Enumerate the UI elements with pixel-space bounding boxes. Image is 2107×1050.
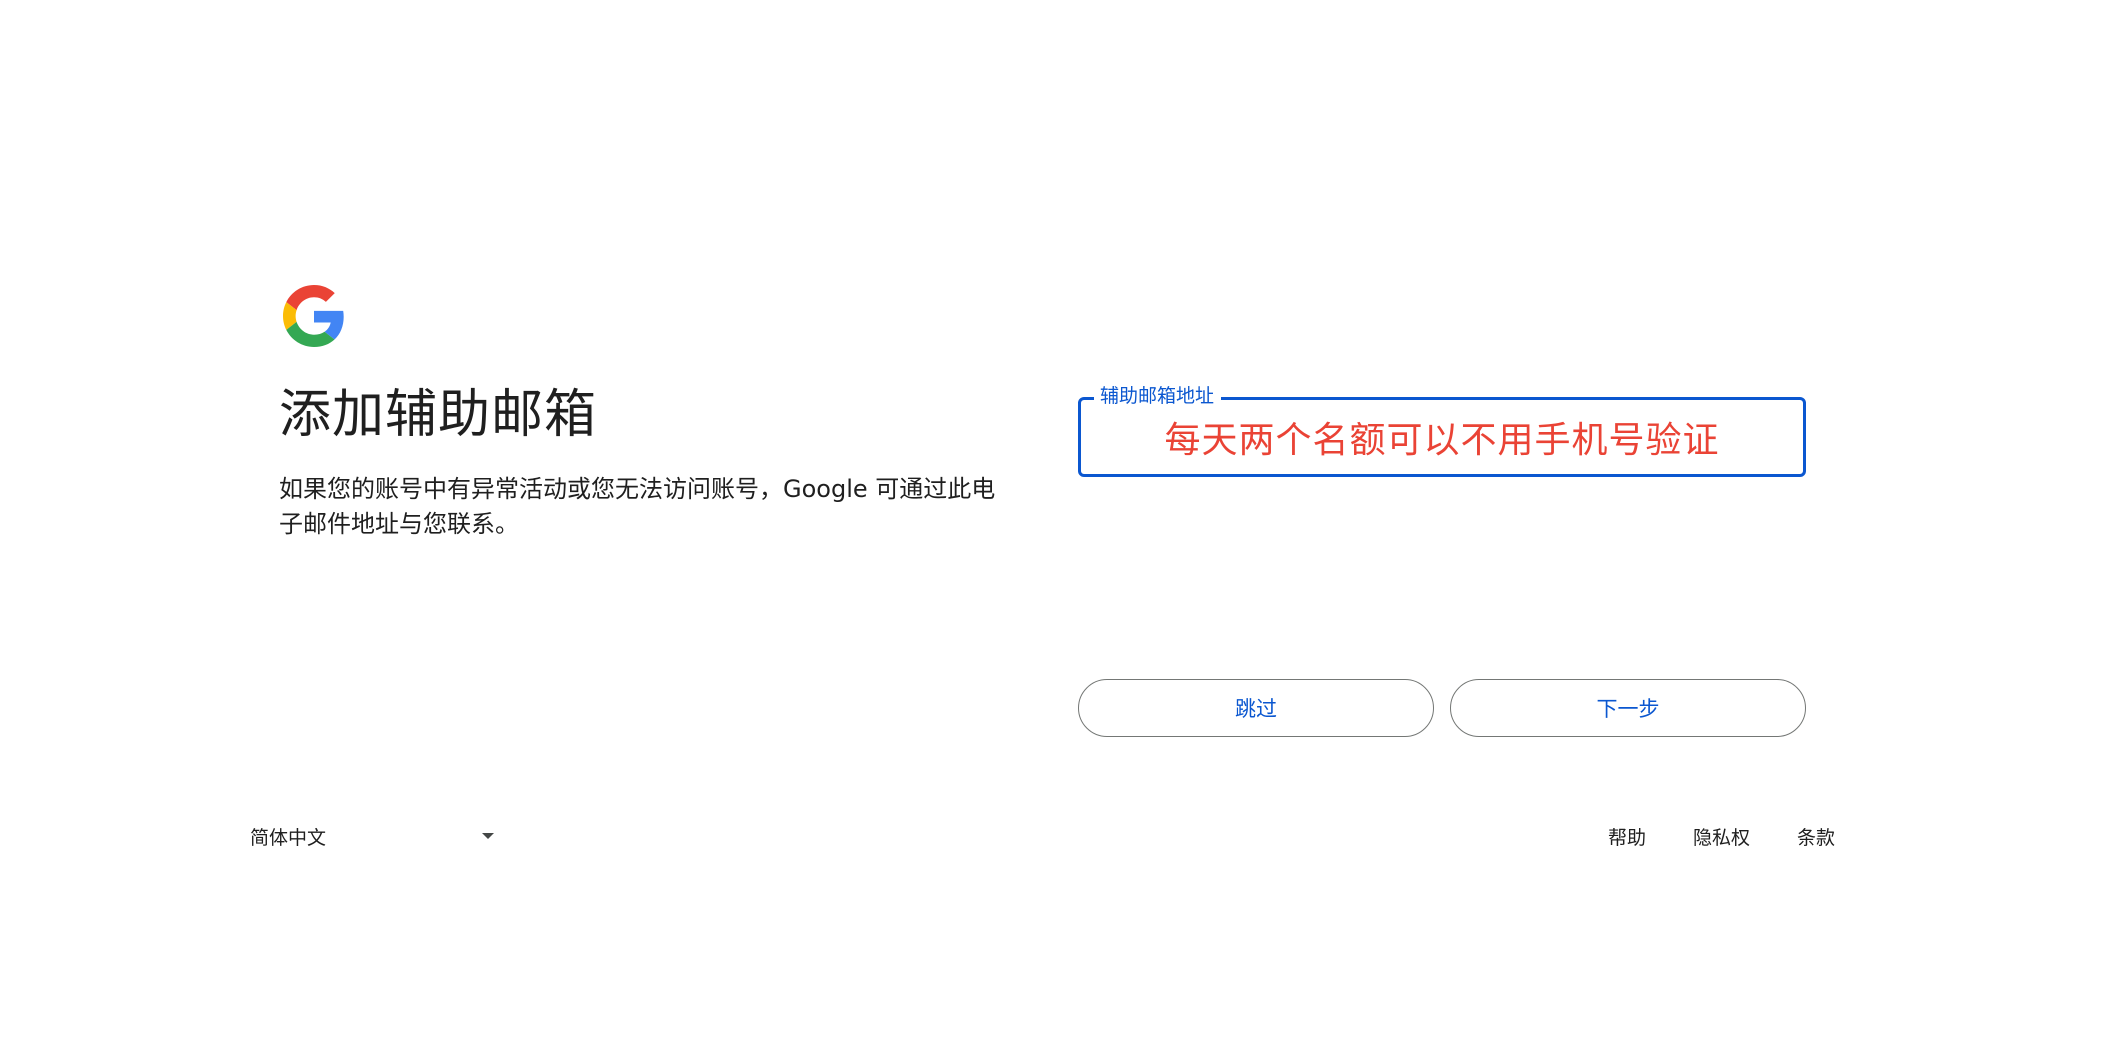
help-link[interactable]: 帮助 — [1608, 823, 1646, 850]
footer-links: 帮助 隐私权 条款 — [1608, 818, 1835, 854]
page: 添加辅助邮箱 如果您的账号中有异常活动或您无法访问账号，Google 可通过此电… — [0, 0, 2107, 1050]
caret-down-icon — [482, 833, 494, 839]
skip-button[interactable]: 跳过 — [1078, 679, 1434, 737]
recovery-email-input[interactable] — [1078, 397, 1806, 477]
page-title: 添加辅助邮箱 — [279, 385, 598, 445]
google-g-icon — [283, 285, 344, 347]
next-button[interactable]: 下一步 — [1450, 679, 1806, 737]
privacy-link[interactable]: 隐私权 — [1693, 823, 1750, 850]
terms-link[interactable]: 条款 — [1797, 823, 1835, 850]
language-selector[interactable]: 简体中文 — [250, 818, 500, 854]
language-label: 简体中文 — [250, 826, 327, 849]
recovery-email-label: 辅助邮箱地址 — [1094, 383, 1222, 409]
page-description: 如果您的账号中有异常活动或您无法访问账号，Google 可通过此电子邮件地址与您… — [279, 475, 996, 538]
